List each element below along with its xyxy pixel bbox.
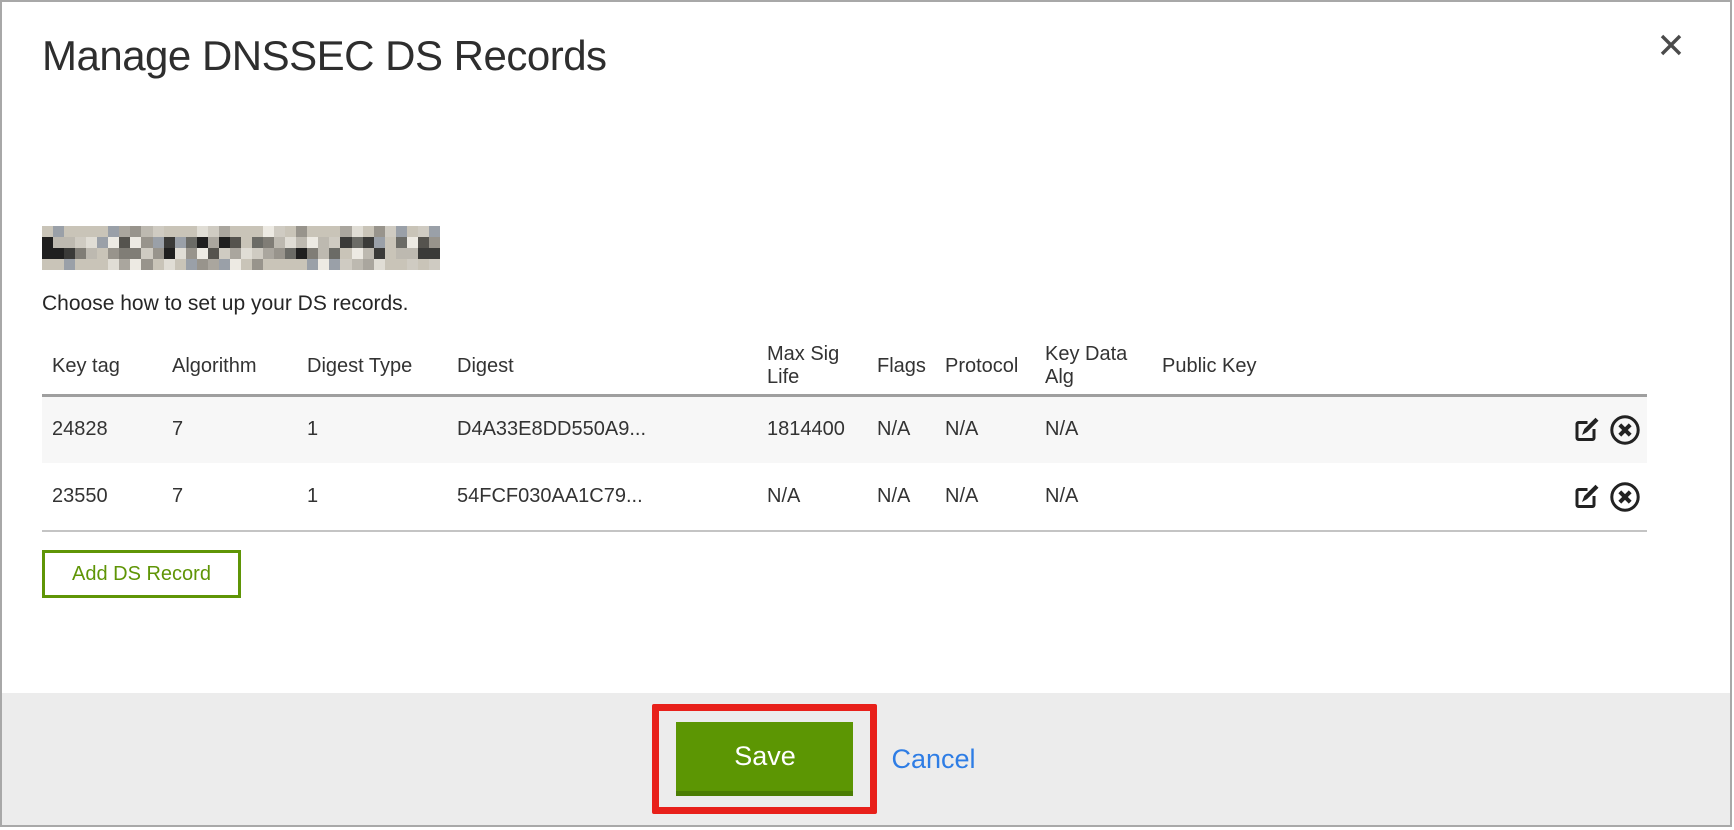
cell-max-sig-life: N/A — [757, 463, 867, 531]
intro-text: Choose how to set up your DS records. — [42, 292, 1686, 316]
redacted-domain — [42, 226, 440, 270]
cell-key-data-alg: N/A — [1035, 463, 1152, 531]
remove-icon — [1609, 481, 1641, 513]
cell-digest-type: 1 — [297, 463, 447, 531]
modal-title: Manage DNSSEC DS Records — [42, 2, 1686, 80]
table-header-row: Key tag Algorithm Digest Type Digest Max… — [42, 339, 1647, 395]
annotation-highlight-box: Save — [652, 704, 877, 814]
remove-record-button[interactable] — [1609, 481, 1641, 513]
cell-algorithm: 7 — [162, 395, 297, 463]
edit-icon — [1571, 482, 1601, 512]
ds-records-table: Key tag Algorithm Digest Type Digest Max… — [42, 339, 1647, 532]
cell-digest-type: 1 — [297, 395, 447, 463]
cell-flags: N/A — [867, 395, 935, 463]
col-key-data-alg: Key Data Alg — [1035, 339, 1152, 395]
save-button[interactable]: Save — [676, 722, 853, 796]
col-public-key: Public Key — [1152, 339, 1547, 395]
cell-digest: D4A33E8DD550A9... — [447, 395, 757, 463]
remove-icon — [1609, 414, 1641, 446]
cancel-link[interactable]: Cancel — [891, 744, 975, 775]
col-algorithm: Algorithm — [162, 339, 297, 395]
remove-record-button[interactable] — [1609, 414, 1641, 446]
table-row: 23550 7 1 54FCF030AA1C79... N/A N/A N/A … — [42, 463, 1647, 531]
edit-record-button[interactable] — [1571, 415, 1601, 445]
cell-protocol: N/A — [935, 463, 1035, 531]
col-max-sig-life: Max Sig Life — [757, 339, 867, 395]
col-actions — [1547, 339, 1647, 395]
edit-record-button[interactable] — [1571, 482, 1601, 512]
cell-algorithm: 7 — [162, 463, 297, 531]
cell-key-data-alg: N/A — [1035, 395, 1152, 463]
close-icon — [1658, 32, 1684, 58]
cell-max-sig-life: 1814400 — [757, 395, 867, 463]
close-button[interactable] — [1658, 32, 1684, 58]
manage-dnssec-modal: Manage DNSSEC DS Records Choose how to s… — [0, 0, 1732, 827]
add-ds-record-button[interactable]: Add DS Record — [42, 550, 241, 598]
cell-digest: 54FCF030AA1C79... — [447, 463, 757, 531]
col-digest-type: Digest Type — [297, 339, 447, 395]
modal-footer: Save Cancel — [2, 693, 1730, 825]
col-flags: Flags — [867, 339, 935, 395]
col-protocol: Protocol — [935, 339, 1035, 395]
cell-key-tag: 24828 — [42, 395, 162, 463]
cell-key-tag: 23550 — [42, 463, 162, 531]
col-digest: Digest — [447, 339, 757, 395]
cell-protocol: N/A — [935, 395, 1035, 463]
cell-public-key — [1152, 395, 1547, 463]
edit-icon — [1571, 415, 1601, 445]
footer-buttons: Save Cancel — [652, 704, 975, 814]
modal-body: Manage DNSSEC DS Records Choose how to s… — [2, 2, 1730, 695]
cell-flags: N/A — [867, 463, 935, 531]
table-row: 24828 7 1 D4A33E8DD550A9... 1814400 N/A … — [42, 395, 1647, 463]
col-key-tag: Key tag — [42, 339, 162, 395]
cell-public-key — [1152, 463, 1547, 531]
